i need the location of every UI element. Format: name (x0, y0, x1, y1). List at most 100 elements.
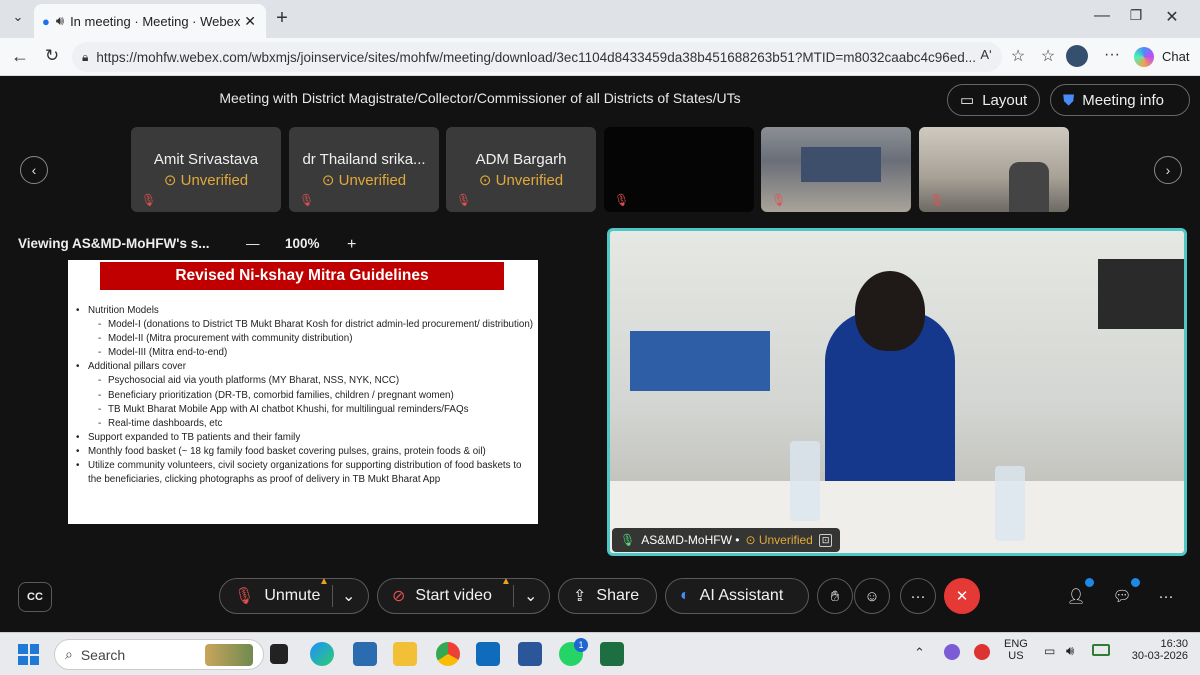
battery-icon[interactable] (1092, 644, 1110, 656)
site-info-icon[interactable]: 🔒︎ (82, 50, 88, 65)
whatsapp-badge: 1 (574, 638, 588, 652)
task-view-icon[interactable] (270, 644, 288, 664)
wall-files (630, 331, 770, 391)
search-highlight-image (205, 644, 253, 666)
share-screen-icon: ⇪ (573, 588, 587, 605)
muted-mic-icon: 🎙︎ (234, 588, 255, 605)
webex-favicon-icon: ● (42, 13, 50, 29)
slide-bullet: Model-I (donations to District TB Mukt B… (74, 318, 534, 332)
notification-dot (1131, 578, 1140, 587)
outlook-icon[interactable] (476, 642, 500, 666)
slide-bullet: TB Mukt Bharat Mobile App with AI chatbo… (74, 403, 534, 417)
mic-icon: 🎙︎ (620, 533, 636, 547)
profile-avatar[interactable] (1066, 45, 1088, 67)
participant-name: Amit Srivastava (153, 151, 259, 168)
video-off-icon: ⊘ (392, 588, 406, 605)
meeting-info-button[interactable]: ⛊ Meeting info (1050, 84, 1190, 116)
start-video-button[interactable]: ⊘ Start video ⌄ (377, 578, 550, 614)
copilot-icon[interactable] (1134, 47, 1154, 67)
close-window-icon[interactable]: ✕ (1160, 7, 1184, 27)
chevron-down-icon[interactable]: ⌄ (342, 586, 355, 606)
tray-chevron-icon[interactable]: ⌃ (914, 645, 925, 661)
more-controls-button[interactable]: ··· (900, 578, 936, 614)
file-explorer-icon[interactable] (393, 642, 417, 666)
participant-video-tile[interactable]: 🎙︎ (761, 127, 911, 212)
display-icon[interactable]: ▭ (1044, 644, 1055, 658)
read-aloud-icon[interactable]: Aʹ (972, 47, 1000, 62)
chat-label[interactable]: Chat (1162, 49, 1189, 64)
back-icon[interactable]: ← (8, 46, 32, 67)
region-label: US (1008, 650, 1024, 662)
participant-tile[interactable]: Amit Srivastava ⊙ Unverified 🎙︎ (131, 127, 281, 212)
app-icon[interactable] (353, 642, 377, 666)
excel-icon[interactable] (600, 642, 624, 666)
participant-status: ⊙ Unverified (478, 172, 564, 189)
wall-screen (1098, 259, 1184, 329)
word-icon[interactable] (518, 642, 542, 666)
participant-video-tile[interactable]: 🎙︎ (919, 127, 1069, 212)
more-panels-button[interactable]: ··· (1148, 578, 1184, 614)
favorites-icon[interactable]: ☆ (1036, 46, 1060, 66)
windows-start-icon[interactable] (18, 644, 39, 665)
next-participants-icon[interactable]: › (1154, 156, 1182, 184)
slide-bullet: Model-II (Mitra procurement with communi… (74, 332, 534, 346)
pin-icon[interactable]: ⊡ (818, 533, 833, 547)
taskbar-search[interactable]: ⌕ Search (54, 639, 264, 670)
participant-status: ⊙ Unverified (321, 172, 407, 189)
new-tab-icon[interactable]: + (270, 7, 294, 30)
volume-icon[interactable]: 🔊︎ (1066, 643, 1074, 659)
more-options-icon[interactable]: ··· (1100, 46, 1124, 64)
water-bottle (790, 441, 820, 521)
language-label: ENG (1004, 638, 1028, 650)
close-tab-icon[interactable]: ✕ (244, 13, 256, 30)
edge-icon[interactable] (310, 642, 334, 666)
zoom-out-button[interactable]: — (246, 236, 266, 251)
time-label: 16:30 (1160, 638, 1188, 650)
share-button[interactable]: ⇪ Share (558, 578, 657, 614)
speaker-icon[interactable]: 🔊︎ (56, 13, 64, 29)
reactions-button[interactable]: ☺ (854, 578, 890, 614)
active-speaker-video[interactable] (607, 228, 1187, 556)
ai-assistant-button[interactable]: ◐ AI Assistant (665, 578, 809, 614)
muted-mic-icon: 🎙︎ (929, 193, 945, 207)
tray-app-icon[interactable] (974, 644, 990, 660)
zoom-in-button[interactable]: + (347, 236, 356, 254)
participant-tile[interactable]: 🎙︎ (604, 127, 754, 212)
chat-icon: 💬︎ (1112, 588, 1132, 605)
raise-hand-button[interactable]: ✋︎ (817, 578, 853, 614)
participants-icon: 👤︎ (1066, 588, 1086, 605)
browser-tab[interactable]: ● 🔊︎ In meeting · Meeting · Webex ✕ (34, 4, 266, 38)
teams-tray-icon[interactable] (944, 644, 960, 660)
participant-status: ⊙ Unverified (163, 172, 249, 189)
unmute-label: Unmute (264, 587, 321, 604)
meeting-info-label: Meeting info (1082, 91, 1164, 109)
warning-icon: ▲ (501, 576, 511, 587)
closed-captions-button[interactable]: CC (18, 582, 52, 612)
date-label: 30-03-2026 (1131, 650, 1188, 662)
participant-tile[interactable]: dr Thailand srika... ⊙ Unverified 🎙︎ (289, 127, 439, 212)
layout-button[interactable]: ▭ Layout (947, 84, 1040, 116)
language-indicator[interactable]: ENG US (1004, 638, 1028, 662)
participant-tile[interactable]: ADM Bargarh ⊙ Unverified 🎙︎ (446, 127, 596, 212)
chrome-icon[interactable] (436, 642, 460, 666)
clock[interactable]: 16:30 30-03-2026 (1116, 638, 1188, 662)
chevron-down-icon[interactable]: ⌄ (524, 586, 537, 606)
restore-icon[interactable]: ❐ (1124, 7, 1148, 24)
more-icon: ··· (910, 587, 926, 605)
minimize-icon[interactable]: — (1090, 7, 1114, 25)
video-frame (801, 147, 881, 182)
leave-meeting-button[interactable]: ✕ (944, 578, 980, 614)
smile-icon: ☺ (864, 587, 880, 605)
favorite-star-icon[interactable]: ☆ (1006, 46, 1030, 66)
muted-mic-icon: 🎙︎ (771, 193, 787, 207)
address-bar[interactable]: 🔒︎ https://mohfw.webex.com/wbxmjs/joinse… (72, 42, 1002, 72)
prev-participants-icon[interactable]: ‹ (20, 156, 48, 184)
hand-icon: ✋︎ (830, 587, 840, 605)
participant-name: dr Thailand srika... (302, 151, 426, 168)
zoom-level: 100% (285, 236, 320, 251)
tab-list-icon[interactable]: ⌄ (6, 9, 30, 25)
unmute-button[interactable]: 🎙︎ Unmute ⌄ (219, 578, 369, 614)
slide-bullet: Additional pillars cover (74, 360, 534, 374)
muted-mic-icon: 🎙︎ (456, 193, 472, 207)
refresh-icon[interactable]: ↻ (40, 46, 64, 66)
